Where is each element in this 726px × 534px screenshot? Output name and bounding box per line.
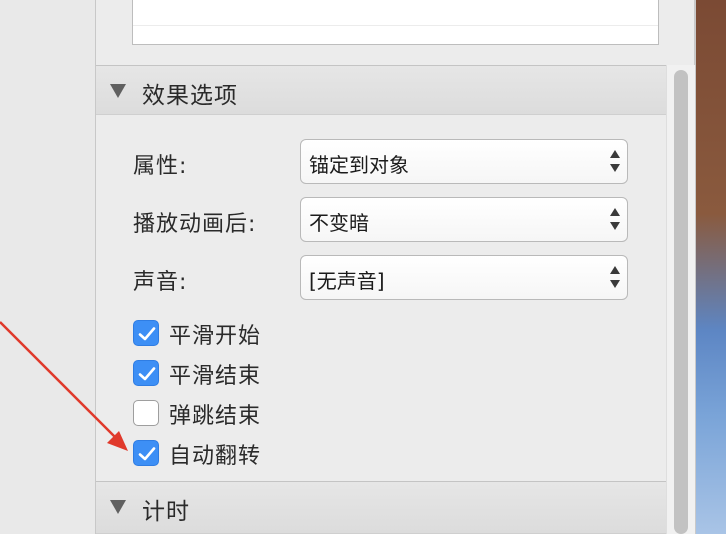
- annotation-arrow: [0, 321, 128, 451]
- smooth-start-label: 平滑开始: [169, 324, 262, 349]
- sound-select[interactable]: [无声音]: [300, 255, 628, 300]
- property-label: 属性:: [133, 154, 188, 179]
- after-animation-select-value: 不变暗: [309, 211, 369, 235]
- smooth-end-label: 平滑结束: [169, 364, 262, 389]
- effect-options-header[interactable]: 效果选项: [96, 65, 666, 115]
- checkmark-icon: [138, 367, 156, 381]
- effect-options-title: 效果选项: [142, 83, 238, 109]
- sound-select-value: [无声音]: [309, 269, 385, 293]
- timing-title: 计时: [142, 499, 190, 525]
- scrollbar-thumb[interactable]: [674, 70, 688, 534]
- bounce-end-label: 弹跳结束: [169, 404, 262, 429]
- disclosure-triangle-icon[interactable]: [110, 500, 126, 514]
- property-select[interactable]: 锚定到对象: [300, 139, 628, 184]
- desktop-wallpaper: [696, 0, 726, 534]
- checkmark-icon: [138, 327, 156, 341]
- up-down-chevron-icon: [609, 266, 621, 290]
- up-down-chevron-icon: [609, 208, 621, 232]
- animation-list-box[interactable]: [132, 0, 659, 45]
- property-select-value: 锚定到对象: [309, 153, 409, 177]
- up-down-chevron-icon: [609, 150, 621, 174]
- auto-reverse-label: 自动翻转: [169, 444, 262, 469]
- after-animation-select[interactable]: 不变暗: [300, 197, 628, 242]
- timing-header[interactable]: 计时: [96, 481, 666, 534]
- checkmark-icon: [138, 447, 156, 461]
- sound-label: 声音:: [133, 270, 188, 295]
- after-animation-label: 播放动画后:: [133, 212, 257, 237]
- list-row-divider: [133, 25, 658, 26]
